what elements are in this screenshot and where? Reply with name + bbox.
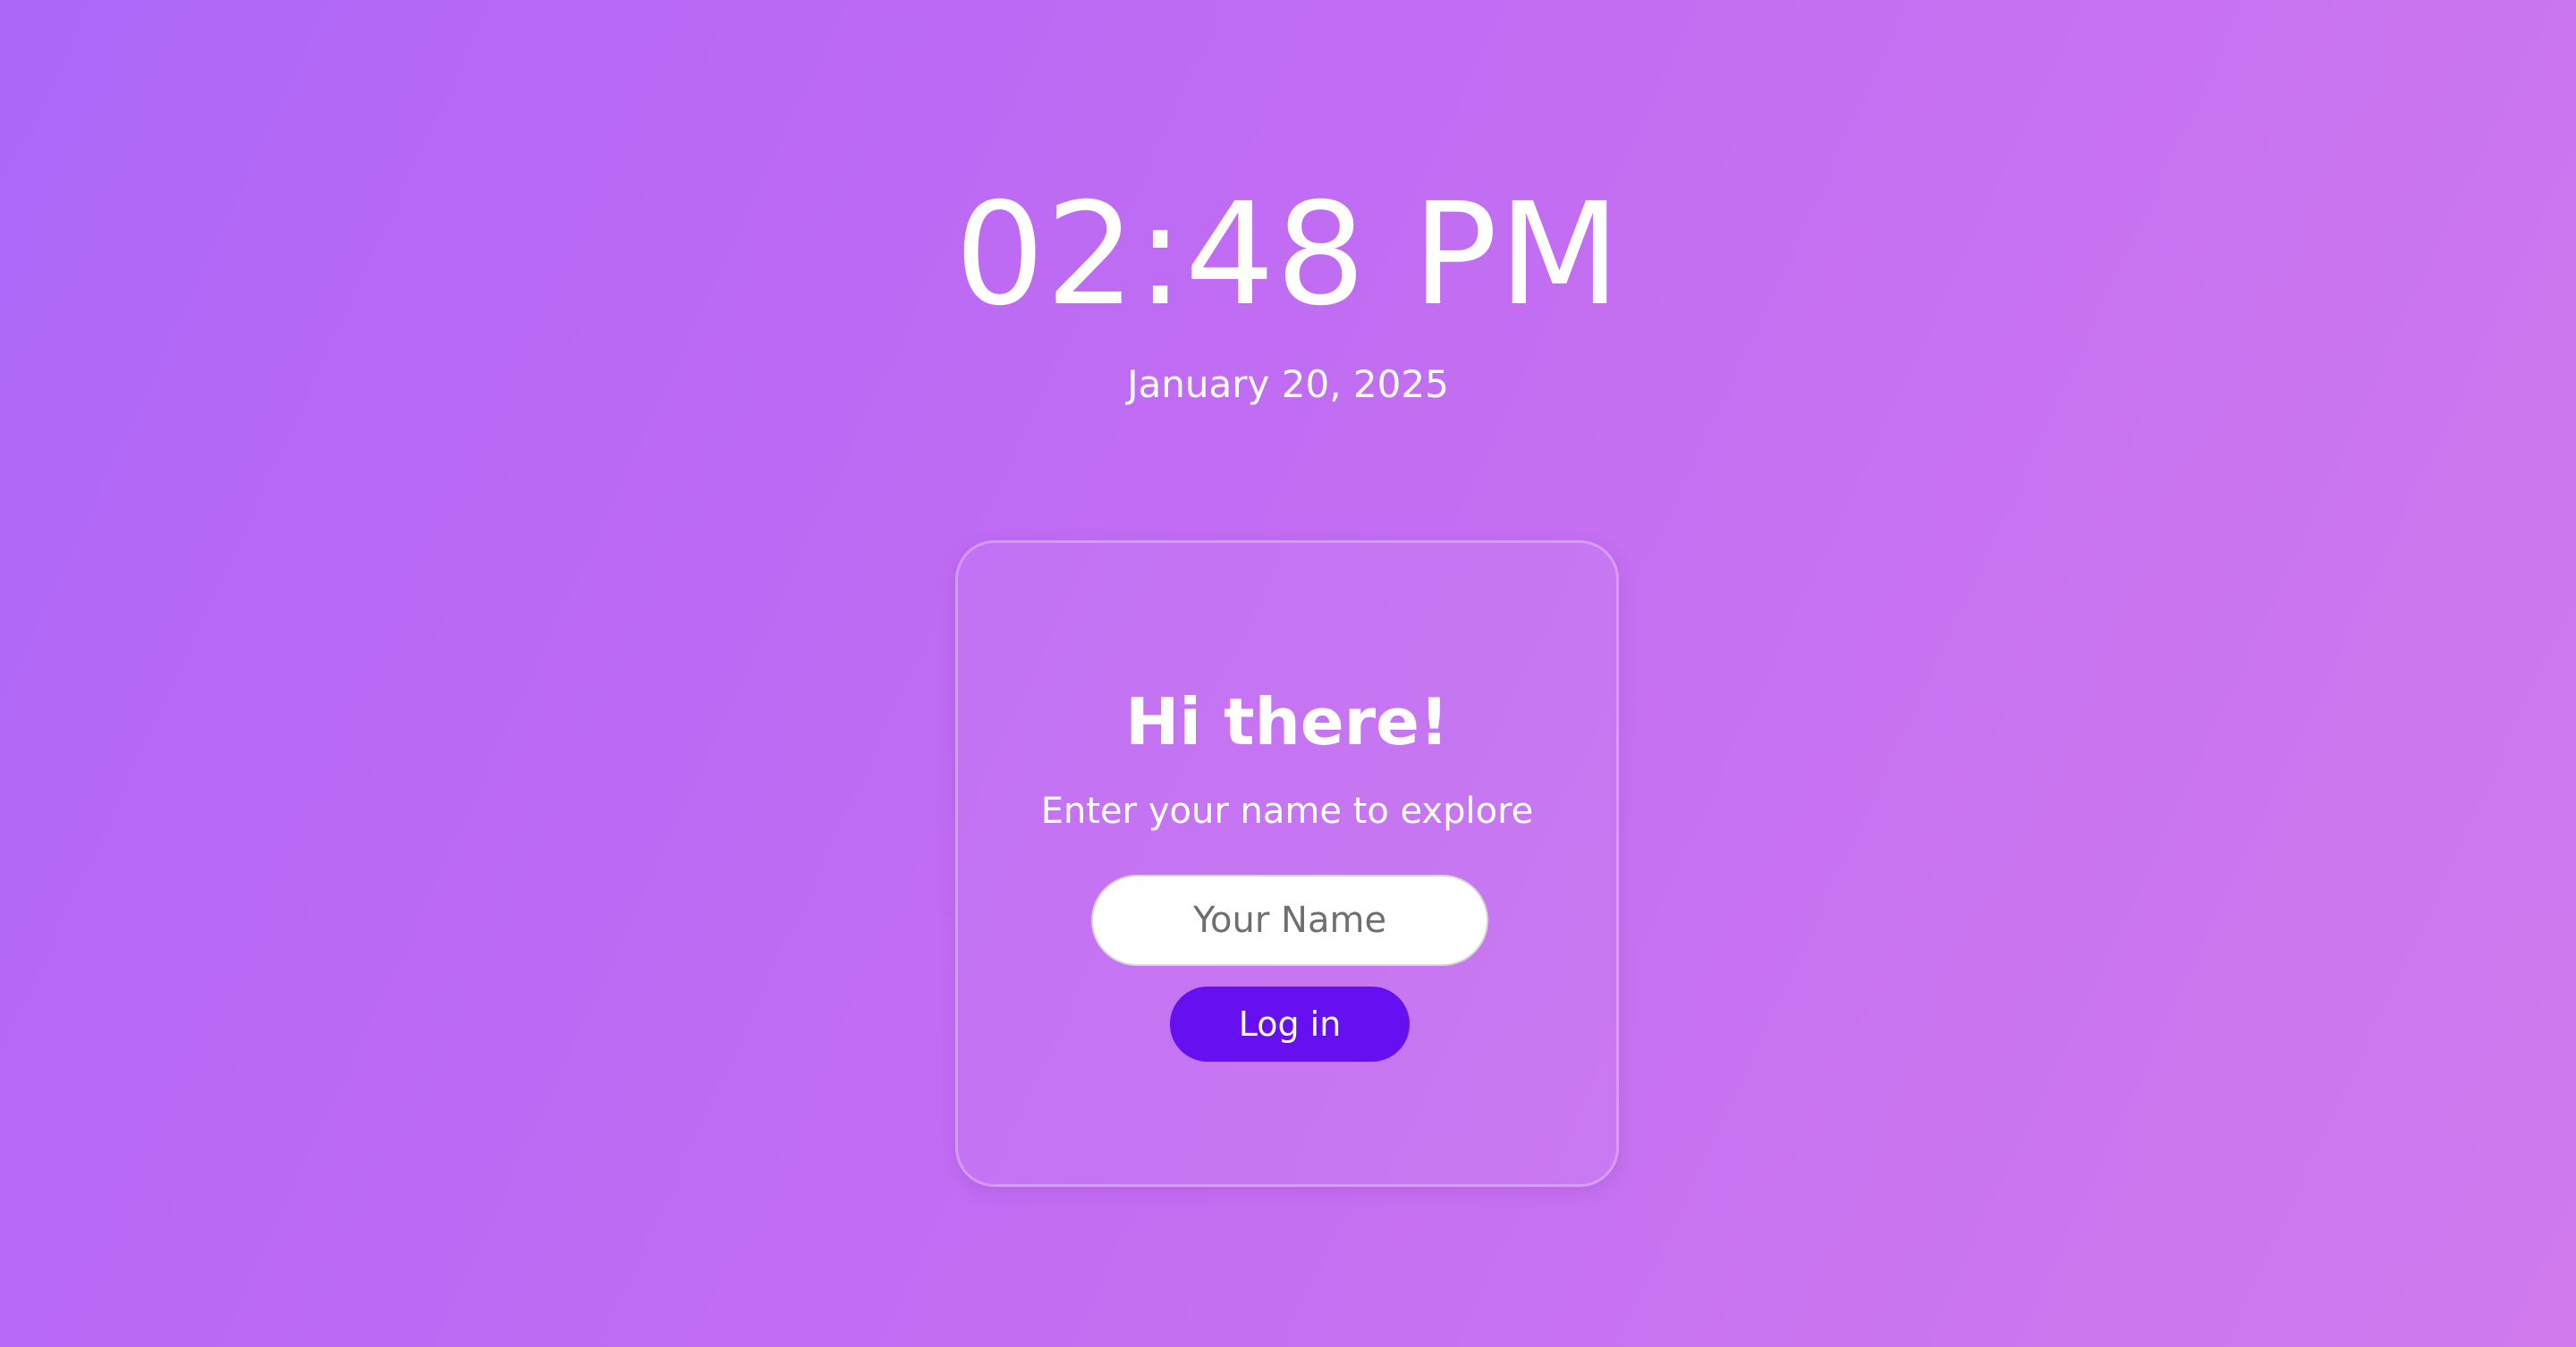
login-card: Hi there! Enter your name to explore Log… (955, 540, 1619, 1187)
name-prompt: Enter your name to explore (1040, 791, 1534, 832)
clock-date: January 20, 2025 (1127, 362, 1449, 406)
name-input[interactable] (1091, 875, 1488, 966)
login-button[interactable]: Log in (1170, 987, 1410, 1062)
greeting-heading: Hi there! (1125, 684, 1449, 759)
clock-time: 02:48 PM (954, 173, 1622, 337)
